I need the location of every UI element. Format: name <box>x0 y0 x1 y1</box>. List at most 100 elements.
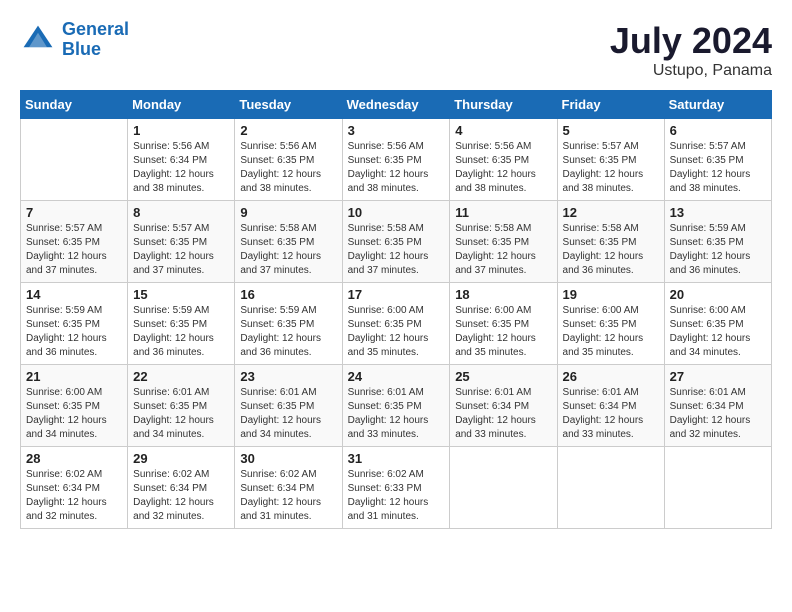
calendar-cell: 11Sunrise: 5:58 AM Sunset: 6:35 PM Dayli… <box>450 201 557 283</box>
day-number: 10 <box>348 205 445 220</box>
day-info: Sunrise: 5:56 AM Sunset: 6:35 PM Dayligh… <box>348 140 445 196</box>
day-info: Sunrise: 6:00 AM Sunset: 6:35 PM Dayligh… <box>563 304 659 360</box>
calendar-table: SundayMondayTuesdayWednesdayThursdayFrid… <box>20 90 772 529</box>
calendar-cell: 20 Sunrise: 6:00 AM Sunset: 6:35 PM Dayli… <box>664 283 771 365</box>
weekday-header-sunday: Sunday <box>21 91 128 119</box>
calendar-cell: 10Sunrise: 5:58 AM Sunset: 6:35 PM Dayli… <box>342 201 450 283</box>
calendar-cell: 25 Sunrise: 6:01 AM Sunset: 6:34 PM Dayli… <box>450 365 557 447</box>
calendar-cell: 13Sunrise: 5:59 AM Sunset: 6:35 PM Dayli… <box>664 201 771 283</box>
weekday-header-wednesday: Wednesday <box>342 91 450 119</box>
day-number: 31 <box>348 451 445 466</box>
calendar-cell: 12 Sunrise: 5:58 AM Sunset: 6:35 PM Dayli… <box>557 201 664 283</box>
day-info: Sunrise: 5:57 AM Sunset: 6:35 PM Dayligh… <box>133 222 229 278</box>
day-number: 5 <box>563 123 659 138</box>
day-info: Sunrise: 6:01 AM Sunset: 6:34 PM Dayligh… <box>670 386 766 442</box>
calendar-cell: 16 Sunrise: 5:59 AM Sunset: 6:35 PM Dayli… <box>235 283 342 365</box>
calendar-cell: 17 Sunrise: 6:00 AM Sunset: 6:35 PM Dayli… <box>342 283 450 365</box>
title-block: July 2024 Ustupo, Panama <box>610 20 772 80</box>
calendar-cell: 28Sunrise: 6:02 AM Sunset: 6:34 PM Dayli… <box>21 447 128 529</box>
day-number: 21 <box>26 369 122 384</box>
calendar-cell: 9 Sunrise: 5:58 AM Sunset: 6:35 PM Daylig… <box>235 201 342 283</box>
day-info: Sunrise: 5:59 AM Sunset: 6:35 PM Dayligh… <box>670 222 766 278</box>
day-number: 4 <box>455 123 551 138</box>
calendar-cell: 5 Sunrise: 5:57 AM Sunset: 6:35 PM Daylig… <box>557 119 664 201</box>
weekday-header-monday: Monday <box>128 91 235 119</box>
logo-text: GeneralBlue <box>62 20 129 60</box>
day-number: 28 <box>26 451 122 466</box>
day-number: 26 <box>563 369 659 384</box>
day-info: Sunrise: 5:56 AM Sunset: 6:35 PM Dayligh… <box>240 140 336 196</box>
day-info: Sunrise: 5:59 AM Sunset: 6:35 PM Dayligh… <box>240 304 336 360</box>
day-info: Sunrise: 5:57 AM Sunset: 6:35 PM Dayligh… <box>26 222 122 278</box>
calendar-cell: 26 Sunrise: 6:01 AM Sunset: 6:34 PM Dayli… <box>557 365 664 447</box>
calendar-cell <box>557 447 664 529</box>
calendar-cell: 1 Sunrise: 5:56 AM Sunset: 6:34 PM Daylig… <box>128 119 235 201</box>
weekday-header-row: SundayMondayTuesdayWednesdayThursdayFrid… <box>21 91 772 119</box>
day-info: Sunrise: 6:01 AM Sunset: 6:35 PM Dayligh… <box>133 386 229 442</box>
calendar-cell: 8 Sunrise: 5:57 AM Sunset: 6:35 PM Daylig… <box>128 201 235 283</box>
day-number: 23 <box>240 369 336 384</box>
calendar-cell: 4 Sunrise: 5:56 AM Sunset: 6:35 PM Daylig… <box>450 119 557 201</box>
logo-icon <box>20 22 56 58</box>
day-info: Sunrise: 6:02 AM Sunset: 6:34 PM Dayligh… <box>133 468 229 524</box>
day-number: 27 <box>670 369 766 384</box>
day-number: 29 <box>133 451 229 466</box>
calendar-cell: 6 Sunrise: 5:57 AM Sunset: 6:35 PM Daylig… <box>664 119 771 201</box>
day-info: Sunrise: 6:00 AM Sunset: 6:35 PM Dayligh… <box>670 304 766 360</box>
location: Ustupo, Panama <box>610 62 772 80</box>
week-row-1: 1 Sunrise: 5:56 AM Sunset: 6:34 PM Daylig… <box>21 119 772 201</box>
day-info: Sunrise: 6:01 AM Sunset: 6:35 PM Dayligh… <box>348 386 445 442</box>
day-number: 20 <box>670 287 766 302</box>
day-info: Sunrise: 5:57 AM Sunset: 6:35 PM Dayligh… <box>670 140 766 196</box>
calendar-cell: 22 Sunrise: 6:01 AM Sunset: 6:35 PM Dayli… <box>128 365 235 447</box>
day-info: Sunrise: 6:01 AM Sunset: 6:34 PM Dayligh… <box>563 386 659 442</box>
day-info: Sunrise: 5:59 AM Sunset: 6:35 PM Dayligh… <box>133 304 229 360</box>
calendar-cell: 15Sunrise: 5:59 AM Sunset: 6:35 PM Dayli… <box>128 283 235 365</box>
calendar-cell <box>21 119 128 201</box>
day-number: 9 <box>240 205 336 220</box>
calendar-cell: 3 Sunrise: 5:56 AM Sunset: 6:35 PM Daylig… <box>342 119 450 201</box>
calendar-cell: 2 Sunrise: 5:56 AM Sunset: 6:35 PM Daylig… <box>235 119 342 201</box>
calendar-cell <box>450 447 557 529</box>
day-number: 30 <box>240 451 336 466</box>
day-info: Sunrise: 5:58 AM Sunset: 6:35 PM Dayligh… <box>240 222 336 278</box>
day-number: 12 <box>563 205 659 220</box>
day-number: 24 <box>348 369 445 384</box>
day-info: Sunrise: 5:58 AM Sunset: 6:35 PM Dayligh… <box>455 222 551 278</box>
day-number: 6 <box>670 123 766 138</box>
calendar-cell <box>664 447 771 529</box>
day-info: Sunrise: 5:59 AM Sunset: 6:35 PM Dayligh… <box>26 304 122 360</box>
day-number: 8 <box>133 205 229 220</box>
calendar-cell: 30 Sunrise: 6:02 AM Sunset: 6:34 PM Dayli… <box>235 447 342 529</box>
calendar-cell: 18 Sunrise: 6:00 AM Sunset: 6:35 PM Dayli… <box>450 283 557 365</box>
page-header: GeneralBlue July 2024 Ustupo, Panama <box>20 20 772 80</box>
calendar-cell: 7 Sunrise: 5:57 AM Sunset: 6:35 PM Daylig… <box>21 201 128 283</box>
calendar-cell: 31Sunrise: 6:02 AM Sunset: 6:33 PM Dayli… <box>342 447 450 529</box>
day-number: 17 <box>348 287 445 302</box>
day-info: Sunrise: 6:00 AM Sunset: 6:35 PM Dayligh… <box>455 304 551 360</box>
day-info: Sunrise: 6:01 AM Sunset: 6:34 PM Dayligh… <box>455 386 551 442</box>
day-number: 25 <box>455 369 551 384</box>
day-info: Sunrise: 5:56 AM Sunset: 6:34 PM Dayligh… <box>133 140 229 196</box>
weekday-header-saturday: Saturday <box>664 91 771 119</box>
week-row-5: 28 Sunrise: 6:02 AM Sunset: 6:34 PM Dayli… <box>21 447 772 529</box>
day-number: 16 <box>240 287 336 302</box>
day-number: 22 <box>133 369 229 384</box>
calendar-cell: 24 Sunrise: 6:01 AM Sunset: 6:35 PM Dayli… <box>342 365 450 447</box>
day-info: Sunrise: 5:57 AM Sunset: 6:35 PM Dayligh… <box>563 140 659 196</box>
day-info: Sunrise: 5:56 AM Sunset: 6:35 PM Dayligh… <box>455 140 551 196</box>
weekday-header-thursday: Thursday <box>450 91 557 119</box>
day-info: Sunrise: 6:02 AM Sunset: 6:34 PM Dayligh… <box>240 468 336 524</box>
week-row-3: 14Sunrise: 5:59 AM Sunset: 6:35 PM Dayli… <box>21 283 772 365</box>
day-number: 18 <box>455 287 551 302</box>
day-info: Sunrise: 6:01 AM Sunset: 6:35 PM Dayligh… <box>240 386 336 442</box>
day-info: Sunrise: 5:58 AM Sunset: 6:35 PM Dayligh… <box>563 222 659 278</box>
day-number: 1 <box>133 123 229 138</box>
day-info: Sunrise: 6:00 AM Sunset: 6:35 PM Dayligh… <box>348 304 445 360</box>
day-number: 3 <box>348 123 445 138</box>
day-number: 7 <box>26 205 122 220</box>
logo: GeneralBlue <box>20 20 129 60</box>
day-number: 2 <box>240 123 336 138</box>
day-number: 19 <box>563 287 659 302</box>
calendar-cell: 27 Sunrise: 6:01 AM Sunset: 6:34 PM Dayli… <box>664 365 771 447</box>
